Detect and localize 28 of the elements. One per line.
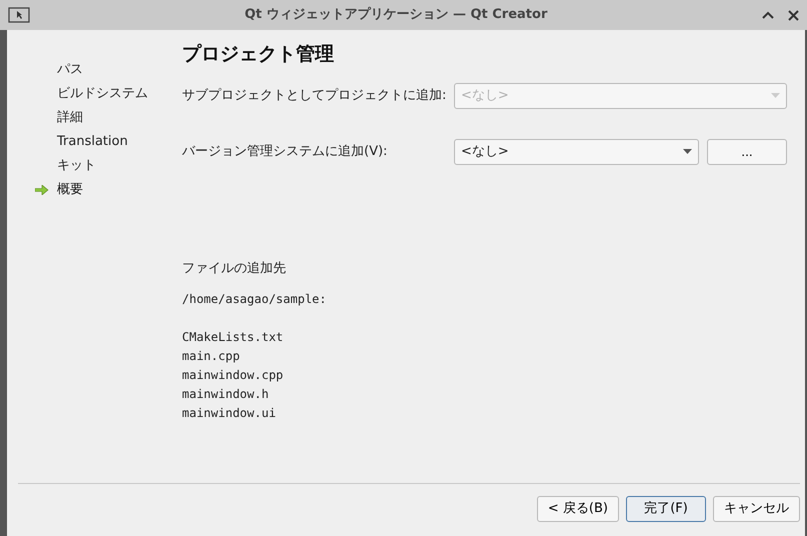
dialog-button[interactable]: < 戻る(B) [536, 496, 619, 522]
browse-button[interactable]: ... [707, 138, 787, 164]
sidebar-item[interactable]: キット [57, 156, 96, 176]
field-label: サブプロジェクトとしてプロジェクトに追加: [182, 86, 448, 105]
dropdown[interactable]: <なし> [454, 138, 699, 164]
sidebar-item[interactable]: 概要 [57, 180, 83, 200]
maximize-icon[interactable] [762, 11, 774, 19]
file-name: CMakeLists.txt [182, 329, 284, 346]
close-icon[interactable] [788, 10, 799, 20]
directory-path: /home/asagao/sample: [182, 291, 328, 308]
dialog-button[interactable]: キャンセル [713, 496, 800, 522]
page-heading: プロジェクト管理 [182, 42, 335, 67]
dropdown: <なし> [454, 82, 787, 108]
caret-icon [683, 149, 692, 154]
finish-button[interactable]: 完了(F) [626, 496, 706, 522]
section-heading: ファイルの追加先 [182, 260, 287, 278]
file-name: mainwindow.ui [182, 405, 277, 422]
sidebar-item[interactable]: パス [57, 60, 83, 80]
field-label: バージョン管理システムに追加(V): [182, 142, 388, 161]
file-name: main.cpp [182, 348, 241, 365]
file-name: mainwindow.cpp [182, 367, 284, 384]
sidebar-item[interactable]: 詳細 [57, 108, 83, 128]
caret-icon [771, 93, 780, 98]
file-name: mainwindow.h [182, 386, 270, 403]
window-title: Qt ウィジェットアプリケーション — Qt Creator [244, 6, 548, 24]
sidebar-item[interactable]: ビルドシステム [57, 84, 148, 104]
window-menu-icon[interactable] [8, 7, 30, 23]
sidebar-item[interactable]: Translation [57, 132, 128, 152]
